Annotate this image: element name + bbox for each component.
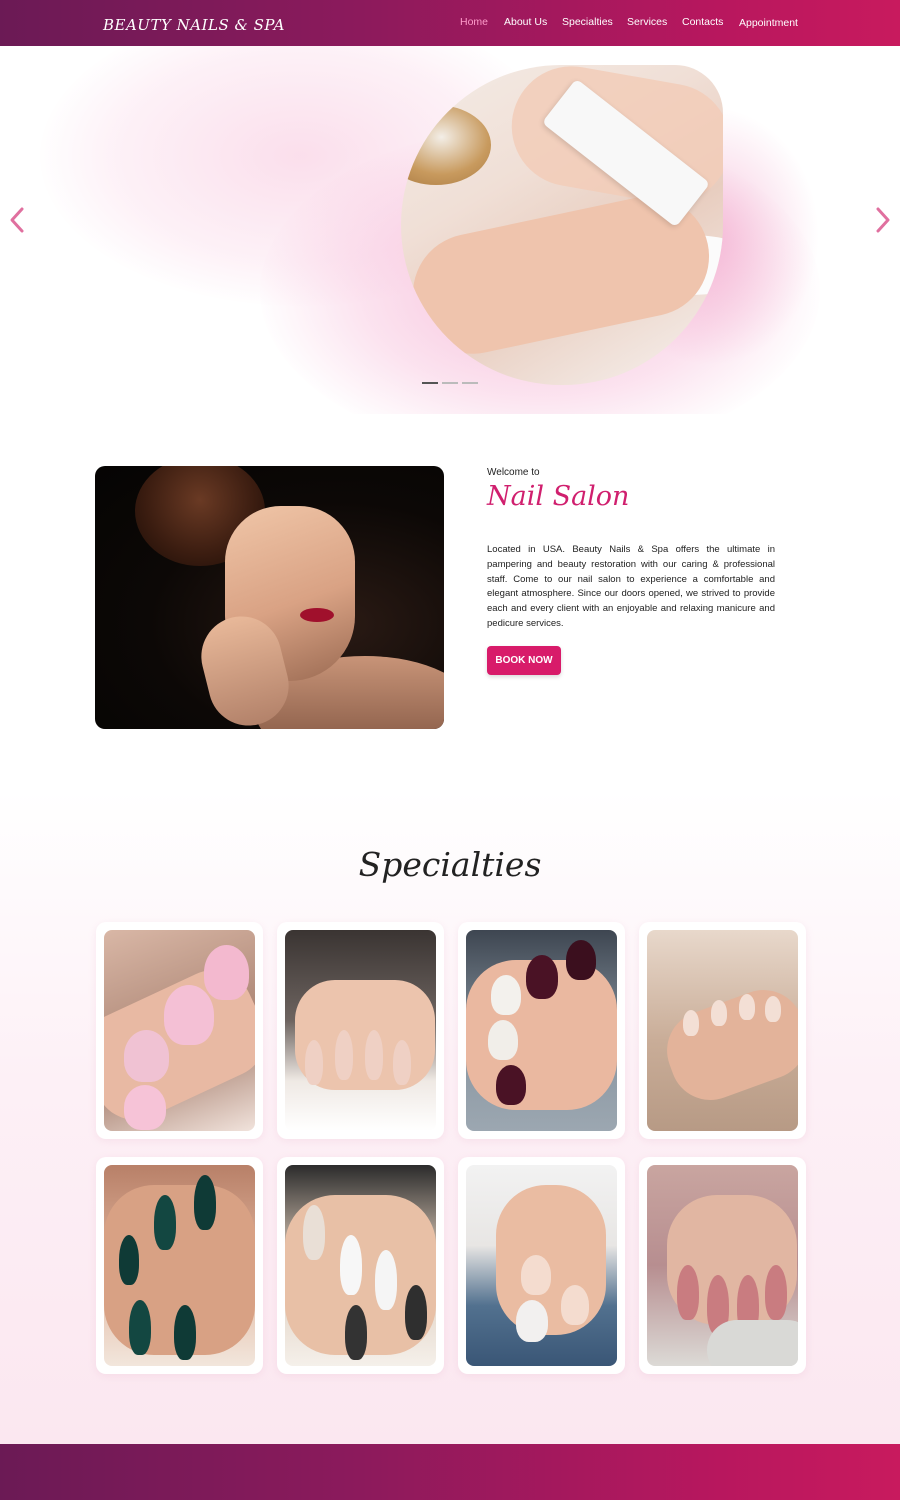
nav-specialties[interactable]: Specialties: [562, 16, 613, 28]
hero-image-manicure: [401, 65, 723, 385]
specialty-card[interactable]: [277, 922, 444, 1139]
nav-appointment[interactable]: Appointment: [739, 17, 798, 29]
specialty-card[interactable]: [96, 922, 263, 1139]
specialty-image: [466, 930, 617, 1131]
welcome-description: Located in USA. Beauty Nails & Spa offer…: [487, 544, 775, 629]
slide-indicator-3[interactable]: [462, 382, 478, 384]
chevron-left-icon[interactable]: [9, 206, 25, 234]
nav-about-us[interactable]: About Us: [504, 16, 547, 28]
specialty-image: [647, 930, 798, 1131]
specialty-image: [104, 930, 255, 1131]
nav-services[interactable]: Services: [627, 16, 667, 28]
welcome-title: Nail Salon: [487, 481, 630, 512]
slide-indicator-1[interactable]: [422, 382, 438, 384]
specialty-image: [104, 1165, 255, 1366]
portrait-image: [95, 466, 444, 729]
specialty-image: [466, 1165, 617, 1366]
footer-section: [0, 1444, 900, 1500]
specialty-image: [285, 1165, 436, 1366]
specialty-card[interactable]: [277, 1157, 444, 1374]
slide-indicator-2[interactable]: [442, 382, 458, 384]
specialty-image: [285, 930, 436, 1131]
book-now-button[interactable]: BOOK NOW: [487, 646, 561, 675]
chevron-right-icon[interactable]: [875, 206, 891, 234]
top-navbar: BEAUTY NAILS & SPA Home About Us Special…: [0, 0, 900, 46]
specialty-card[interactable]: [96, 1157, 263, 1374]
nav-home[interactable]: Home: [460, 16, 488, 28]
specialty-card[interactable]: [458, 922, 625, 1139]
main-nav: Home About Us Specialties Services Conta…: [0, 16, 900, 32]
specialty-card[interactable]: [639, 922, 806, 1139]
specialty-card[interactable]: [458, 1157, 625, 1374]
specialties-title: Specialties: [358, 845, 542, 884]
nav-contacts[interactable]: Contacts: [682, 16, 723, 28]
welcome-kicker: Welcome to: [487, 467, 540, 478]
specialty-image: [647, 1165, 798, 1366]
specialty-card[interactable]: [639, 1157, 806, 1374]
hero-slider: [0, 46, 900, 414]
